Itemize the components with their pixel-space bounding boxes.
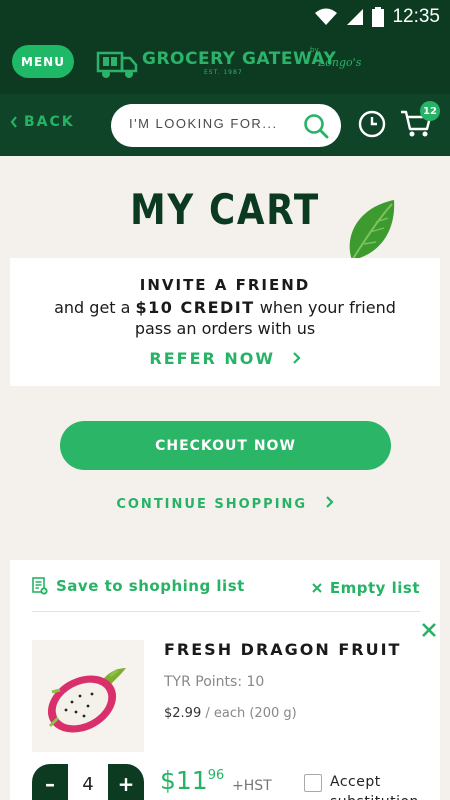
- refer-now-link[interactable]: REFER NOW: [10, 349, 440, 368]
- cart-count-badge: 12: [420, 101, 440, 121]
- search-icon[interactable]: [303, 113, 329, 139]
- increase-quantity-button[interactable]: +: [108, 764, 144, 800]
- brand-by: by: [310, 46, 319, 54]
- empty-list-button[interactable]: Empty list: [312, 579, 420, 597]
- product-unit-price: $2.99 / each (200 g): [164, 706, 297, 721]
- back-label: BACK: [24, 114, 75, 130]
- nav-bar: BACK 12: [0, 94, 450, 156]
- invite-line-2: pass an orders with us: [134, 319, 316, 338]
- remove-item-button[interactable]: [422, 618, 436, 643]
- dragon-fruit-image: [47, 668, 126, 733]
- divider: [32, 611, 420, 612]
- status-bar: 12:35: [0, 0, 450, 34]
- battery-icon: [372, 7, 385, 27]
- item-total-price: $11 96: [160, 766, 225, 795]
- product-image[interactable]: [32, 640, 144, 752]
- substitution-checkbox[interactable]: [304, 774, 322, 792]
- list-add-icon: [32, 577, 48, 595]
- quantity-value[interactable]: 4: [68, 764, 108, 800]
- invite-line-1: and get a $10 CREDIT when your friend: [54, 298, 396, 317]
- search-bar[interactable]: [111, 104, 341, 147]
- brand-est: EST. 1987: [204, 69, 243, 76]
- brand-partner: Longo's: [318, 56, 362, 69]
- chevron-right-icon: [325, 496, 334, 508]
- continue-shopping-link[interactable]: CONTINUE SHOPPING: [0, 496, 450, 512]
- clock-icon[interactable]: [358, 110, 386, 138]
- search-input[interactable]: [129, 116, 289, 131]
- signal-icon: [347, 9, 364, 25]
- brand-logo[interactable]: GROCERY GATEWAY EST. 1987 by Longo's: [96, 42, 361, 84]
- invite-heading: INVITE A FRIEND: [139, 276, 311, 294]
- checkout-button[interactable]: CHECKOUT NOW: [60, 421, 391, 470]
- brand-name: GROCERY GATEWAY: [142, 49, 337, 69]
- chevron-left-icon: [10, 116, 17, 128]
- truck-logo-icon: [96, 51, 138, 78]
- cart-items-panel: Save to shophing list Empty list FRESH D…: [10, 560, 440, 800]
- leaf-icon: [349, 200, 395, 261]
- invite-card: INVITE A FRIEND and get a $10 CREDIT whe…: [10, 258, 440, 386]
- substitution-label: Accept substitution: [330, 774, 418, 800]
- status-time: 12:35: [392, 6, 440, 27]
- save-to-list-button[interactable]: Save to shophing list: [32, 577, 245, 595]
- decrease-quantity-button[interactable]: –: [32, 764, 68, 800]
- menu-button[interactable]: MENU: [12, 45, 74, 78]
- chevron-right-icon: [292, 352, 301, 364]
- accept-substitution[interactable]: Accept substitution: [304, 772, 430, 800]
- back-button[interactable]: BACK: [10, 114, 75, 130]
- product-points: TYR Points: 10: [164, 674, 265, 690]
- quantity-stepper: – 4 +: [32, 764, 144, 800]
- credit-highlight: $10 CREDIT: [135, 298, 255, 317]
- close-icon: [422, 623, 436, 637]
- close-icon: [312, 583, 322, 593]
- wifi-icon: [315, 8, 338, 25]
- top-bar: MENU GROCERY GATEWAY EST. 1987 by Longo'…: [0, 34, 450, 94]
- product-name[interactable]: FRESH DRAGON FRUIT: [164, 640, 401, 659]
- tax-label: +HST: [232, 778, 272, 794]
